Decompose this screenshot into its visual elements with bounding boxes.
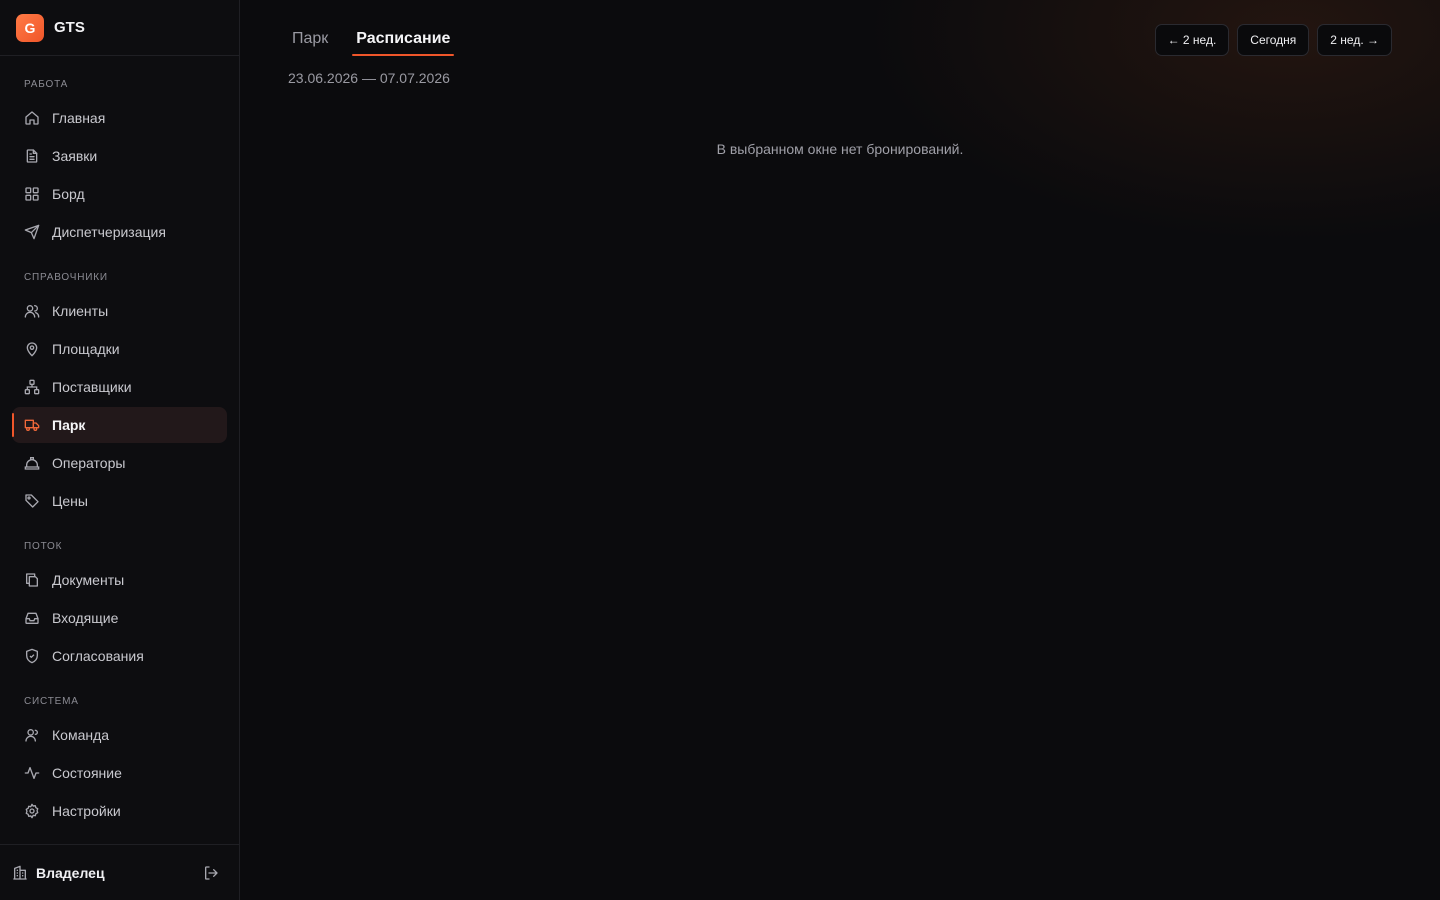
sidebar-item-prices[interactable]: Цены (12, 483, 227, 519)
sidebar-item-label: Настройки (52, 803, 121, 819)
activity-icon (24, 765, 40, 781)
sidebar-item-documents[interactable]: Документы (12, 562, 227, 598)
main-content: Парк Расписание 23.06.2026 — 07.07.2026 … (240, 0, 1440, 900)
shield-check-icon (24, 648, 40, 664)
tab-schedule[interactable]: Расписание (352, 30, 455, 56)
network-icon (24, 379, 40, 395)
section-title-flow: ПОТОК (24, 540, 63, 552)
sidebar-item-label: Состояние (52, 765, 122, 781)
sidebar-item-inbox[interactable]: Входящие (12, 600, 227, 636)
truck-icon (24, 417, 40, 433)
user-role[interactable]: Владелец (36, 865, 199, 881)
sidebar-item-label: Документы (52, 572, 125, 588)
map-pin-icon (24, 341, 40, 357)
sidebar-item-label: Заявки (52, 148, 98, 164)
home-icon (24, 110, 40, 126)
gear-icon (24, 803, 40, 819)
prev-two-weeks-button[interactable]: ← 2 нед. (1154, 24, 1230, 56)
date-range: 23.06.2026 — 07.07.2026 (288, 70, 450, 86)
brand-name: GTS (54, 19, 85, 36)
sidebar-item-label: Команда (52, 727, 110, 743)
next-two-weeks-button[interactable]: 2 нед. → (1317, 24, 1392, 56)
building-icon (12, 865, 28, 881)
sidebar-item-suppliers[interactable]: Поставщики (12, 369, 227, 405)
grid-icon (24, 186, 40, 202)
sidebar-item-status[interactable]: Состояние (12, 755, 227, 791)
week-navigation: ← 2 нед. Сегодня 2 нед. → (1154, 24, 1392, 56)
section-title-directories: СПРАВОЧНИКИ (24, 271, 108, 283)
sidebar-item-label: Диспетчеризация (52, 224, 166, 240)
sidebar-item-label: Входящие (52, 610, 119, 626)
tag-icon (24, 493, 40, 509)
sidebar-item-label: Поставщики (52, 379, 132, 395)
sidebar-item-label: Борд (52, 186, 85, 202)
sidebar-nav: РАБОТА Главная Заявки Борд Диспетчеризац… (0, 56, 239, 844)
sidebar-item-dispatch[interactable]: Диспетчеризация (12, 214, 227, 250)
sidebar-item-label: Площадки (52, 341, 120, 357)
today-button[interactable]: Сегодня (1237, 24, 1310, 56)
brand-logo: G (16, 13, 44, 42)
sidebar-footer: Владелец (0, 844, 239, 900)
send-icon (24, 224, 40, 240)
sidebar-item-fleet[interactable]: Парк (12, 407, 227, 443)
tab-fleet[interactable]: Парк (288, 30, 332, 56)
sidebar-item-requests[interactable]: Заявки (12, 138, 227, 174)
user-group-icon (24, 727, 40, 743)
hard-hat-icon (24, 455, 40, 471)
logout-icon[interactable] (199, 861, 223, 885)
sidebar-item-label: Парк (52, 417, 86, 433)
sidebar-item-label: Цены (52, 493, 88, 509)
sidebar-item-team[interactable]: Команда (12, 717, 227, 753)
section-title-system: СИСТЕМА (24, 695, 79, 707)
empty-state-message: В выбранном окне нет бронирований. (716, 141, 964, 157)
users-icon (24, 303, 40, 319)
app-root: G GTS РАБОТА Главная Заявки Борд Диспетч… (0, 0, 1440, 900)
sidebar-item-board[interactable]: Борд (12, 176, 227, 212)
sidebar-item-clients[interactable]: Клиенты (12, 293, 227, 329)
sidebar-item-label: Главная (52, 110, 106, 126)
sidebar-item-settings[interactable]: Настройки (12, 793, 227, 829)
sidebar-item-label: Операторы (52, 455, 126, 471)
sidebar-item-label: Клиенты (52, 303, 109, 319)
sidebar-item-home[interactable]: Главная (12, 100, 227, 136)
section-title-work: РАБОТА (24, 78, 69, 90)
files-icon (24, 572, 40, 588)
brand[interactable]: G GTS (0, 0, 239, 56)
sidebar-item-label: Согласования (52, 648, 144, 664)
inbox-icon (24, 610, 40, 626)
document-icon (24, 148, 40, 164)
sidebar-item-sites[interactable]: Площадки (12, 331, 227, 367)
sidebar-item-operators[interactable]: Операторы (12, 445, 227, 481)
sidebar: G GTS РАБОТА Главная Заявки Борд Диспетч… (0, 0, 240, 900)
sidebar-item-approvals[interactable]: Согласования (12, 638, 227, 674)
